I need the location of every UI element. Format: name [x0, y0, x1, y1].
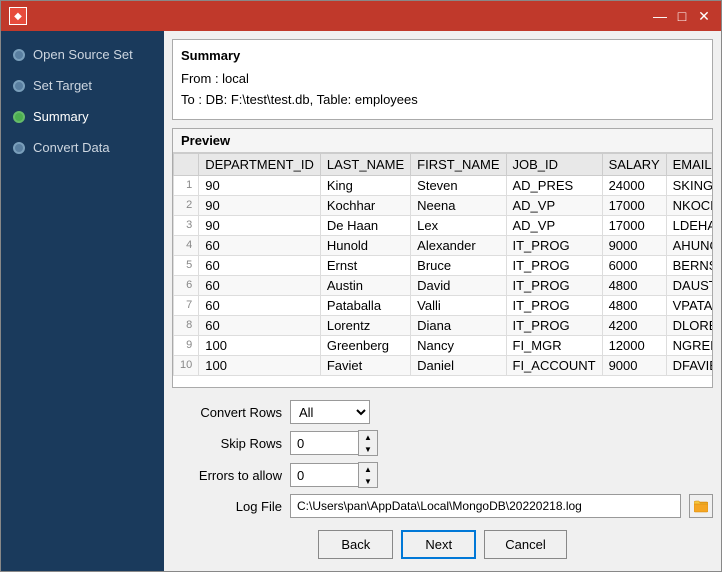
skip-rows-spinner: ▲ ▼: [290, 430, 378, 456]
minimize-button[interactable]: —: [651, 7, 669, 25]
footer: Back Next Cancel: [172, 522, 713, 563]
table-row: 660AustinDavidIT_PROG4800DAUSTIN: [174, 275, 713, 295]
main-content: Summary From : local To : DB: F:\test\te…: [164, 31, 721, 571]
table-row: 760PataballaValliIT_PROG4800VPATABAL: [174, 295, 713, 315]
logfile-input[interactable]: [290, 494, 681, 518]
errors-btns: ▲ ▼: [358, 462, 378, 488]
col-header-email: EMAIL: [666, 153, 712, 175]
col-header-last: LAST_NAME: [320, 153, 410, 175]
back-button[interactable]: Back: [318, 530, 393, 559]
sidebar-item-summary[interactable]: Summary: [1, 101, 164, 132]
convert-rows-select[interactable]: All First N Custom: [290, 400, 370, 424]
col-header-job: JOB_ID: [506, 153, 602, 175]
errors-up[interactable]: ▲: [359, 463, 377, 475]
sidebar-label-summary: Summary: [33, 109, 89, 124]
sidebar-dot-convert-data: [13, 142, 25, 154]
preview-box: Preview DEPARTMENT_ID LAST_NAME FIRST_NA…: [172, 128, 713, 388]
cancel-button[interactable]: Cancel: [484, 530, 566, 559]
skip-rows-input[interactable]: [290, 431, 358, 455]
logfile-row: Log File: [172, 494, 713, 518]
logfile-browse-button[interactable]: [689, 494, 713, 518]
sidebar-dot-open-source: [13, 49, 25, 61]
skip-rows-btns: ▲ ▼: [358, 430, 378, 456]
errors-spinner: ▲ ▼: [290, 462, 378, 488]
sidebar-item-open-source[interactable]: Open Source Set: [1, 39, 164, 70]
sidebar-label-open-source: Open Source Set: [33, 47, 133, 62]
logfile-label: Log File: [172, 499, 282, 514]
titlebar-controls: — □ ✕: [651, 7, 713, 25]
titlebar: ◆ — □ ✕: [1, 1, 721, 31]
titlebar-left: ◆: [9, 7, 27, 25]
table-row: 190KingStevenAD_PRES24000SKING: [174, 175, 713, 195]
sidebar: Open Source Set Set Target Summary Conve…: [1, 31, 164, 571]
sidebar-item-set-target[interactable]: Set Target: [1, 70, 164, 101]
summary-title: Summary: [181, 48, 704, 63]
sidebar-label-set-target: Set Target: [33, 78, 92, 93]
preview-table: DEPARTMENT_ID LAST_NAME FIRST_NAME JOB_I…: [173, 153, 712, 376]
close-button[interactable]: ✕: [695, 7, 713, 25]
errors-label: Errors to allow: [172, 468, 282, 483]
table-row: 390De HaanLexAD_VP17000LDEHAAN: [174, 215, 713, 235]
table-row: 460HunoldAlexanderIT_PROG9000AHUNOLD: [174, 235, 713, 255]
skip-rows-row: Skip Rows ▲ ▼: [172, 430, 713, 456]
sidebar-label-convert-data: Convert Data: [33, 140, 110, 155]
summary-box: Summary From : local To : DB: F:\test\te…: [172, 39, 713, 120]
table-row: 9100GreenbergNancyFI_MGR12000NGREENBE: [174, 335, 713, 355]
form-area: Convert Rows All First N Custom Skip Row…: [172, 396, 713, 522]
skip-rows-label: Skip Rows: [172, 436, 282, 451]
table-row: 560ErnstBruceIT_PROG6000BERNST: [174, 255, 713, 275]
next-button[interactable]: Next: [401, 530, 476, 559]
errors-row: Errors to allow ▲ ▼: [172, 462, 713, 488]
col-header-first: FIRST_NAME: [411, 153, 506, 175]
convert-rows-row: Convert Rows All First N Custom: [172, 400, 713, 424]
sidebar-item-convert-data[interactable]: Convert Data: [1, 132, 164, 163]
maximize-button[interactable]: □: [673, 7, 691, 25]
table-row: 290KochharNeenaAD_VP17000NKOCHHAR: [174, 195, 713, 215]
skip-rows-down[interactable]: ▼: [359, 443, 377, 455]
col-header-salary: SALARY: [602, 153, 666, 175]
summary-line-1: From : local To : DB: F:\test\test.db, T…: [181, 69, 704, 111]
table-row: 860LorentzDianaIT_PROG4200DLORENTZ: [174, 315, 713, 335]
errors-input[interactable]: [290, 463, 358, 487]
col-header-num: [174, 153, 199, 175]
sidebar-dot-summary: [13, 111, 25, 123]
convert-rows-label: Convert Rows: [172, 405, 282, 420]
errors-down[interactable]: ▼: [359, 475, 377, 487]
app-icon: ◆: [9, 7, 27, 25]
main-window: ◆ — □ ✕ Open Source Set Set Target Summa…: [0, 0, 722, 572]
table-row: 10100FavietDanielFI_ACCOUNT9000DFAVIET: [174, 355, 713, 375]
sidebar-dot-set-target: [13, 80, 25, 92]
col-header-dept: DEPARTMENT_ID: [199, 153, 321, 175]
preview-title: Preview: [173, 129, 712, 153]
skip-rows-up[interactable]: ▲: [359, 431, 377, 443]
content-area: Open Source Set Set Target Summary Conve…: [1, 31, 721, 571]
preview-table-container[interactable]: DEPARTMENT_ID LAST_NAME FIRST_NAME JOB_I…: [173, 153, 712, 387]
folder-icon: [694, 499, 708, 513]
